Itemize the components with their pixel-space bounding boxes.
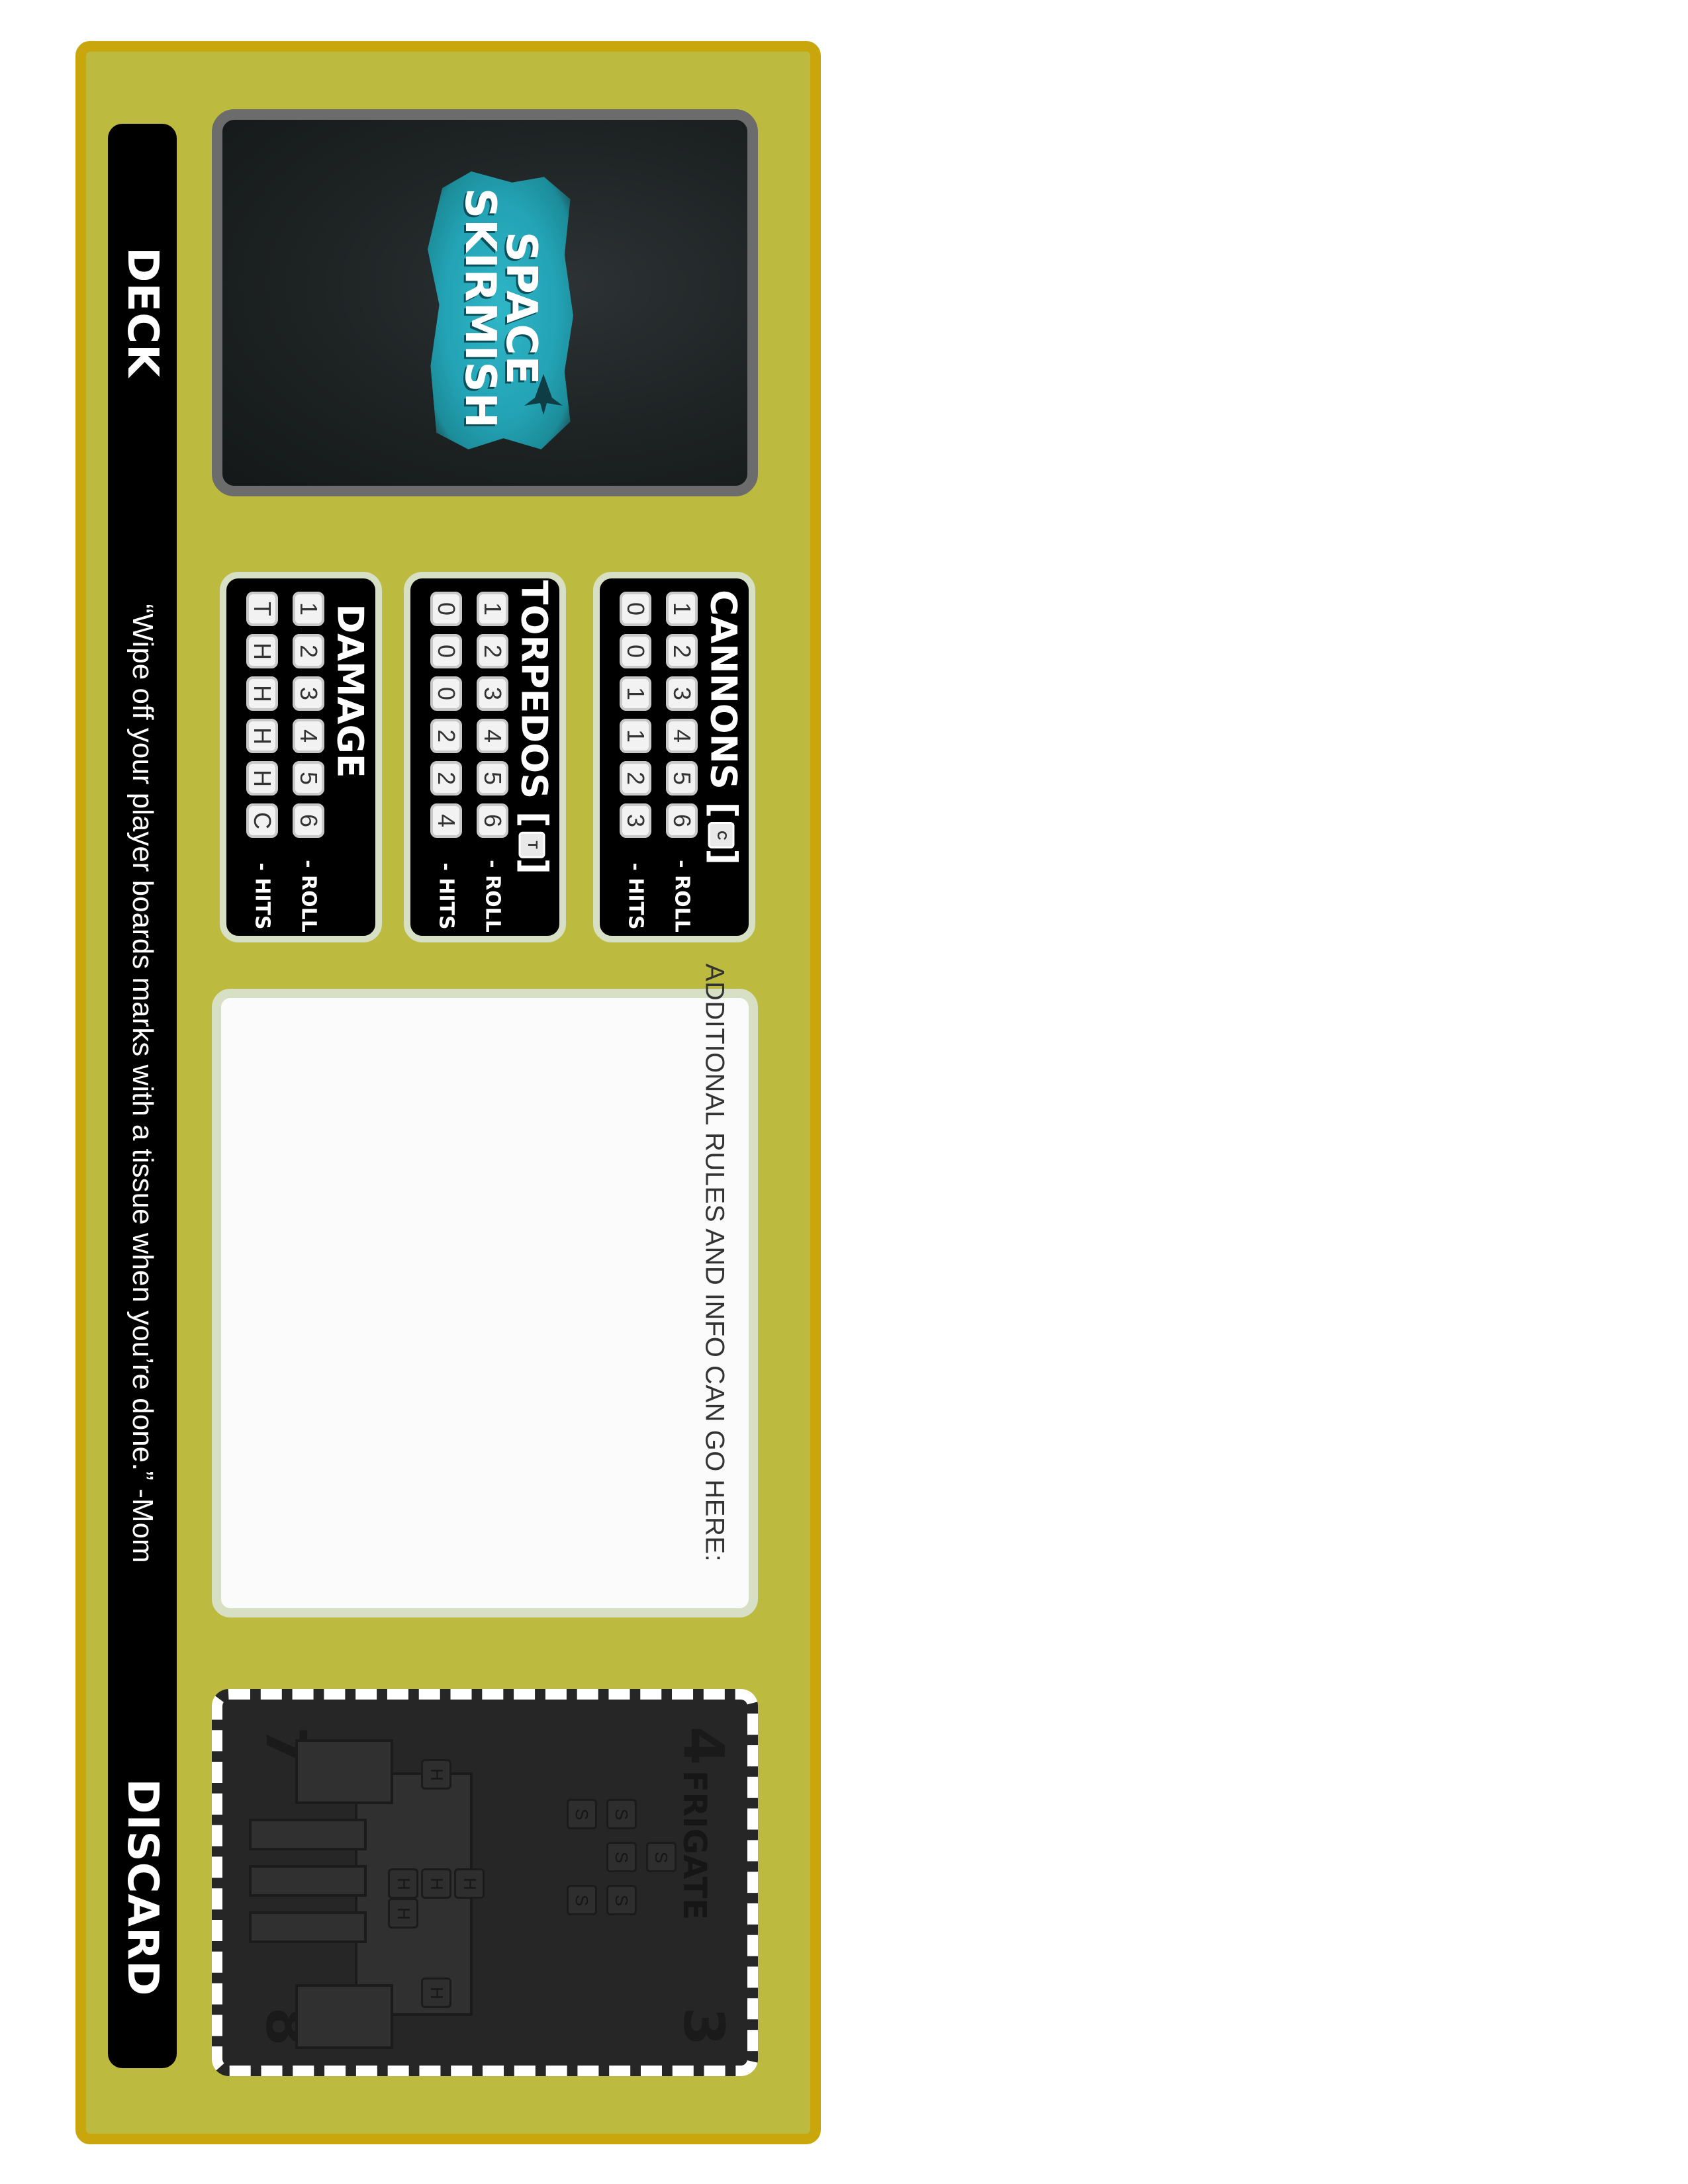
logo-line-skirmish: SKIRMISH [455, 188, 504, 429]
roll-box: 3 [293, 676, 324, 711]
deck-card[interactable]: SPACE SKIRMISH [212, 109, 758, 496]
hull-slot: H [388, 1898, 418, 1929]
hit-box: 3 [620, 803, 651, 838]
label-strip: DECK “Wipe off your player boards marks … [108, 124, 177, 2068]
cannons-hits-label: - HITS [624, 862, 647, 930]
torpedos-roll-label: - ROLL [481, 860, 504, 933]
hit-box: 2 [430, 719, 462, 753]
roll-box: 4 [666, 719, 698, 753]
corner-number-bottom-right: 3 [671, 2007, 736, 2046]
spaceship-icon [524, 374, 563, 415]
shield-slot: S [606, 1842, 637, 1872]
damage-hits-column: T H H H H C [246, 592, 278, 838]
hit-box: H [246, 634, 278, 668]
roll-box: 5 [666, 761, 698, 796]
cannons-hits-column: 0 0 1 1 2 3 [620, 592, 651, 838]
torpedos-title: TORPEDOS [T] [513, 580, 555, 875]
hit-box: 2 [620, 761, 651, 796]
roll-box: 1 [666, 592, 698, 626]
roll-box: 1 [477, 592, 508, 626]
roll-box: 5 [477, 761, 508, 796]
hit-box: 4 [430, 803, 462, 838]
damage-roll-label: - ROLL [297, 860, 320, 933]
damage-roll-column: 1 2 3 4 5 6 [293, 592, 324, 838]
hit-box: 1 [620, 676, 651, 711]
mom-quote: “Wipe off your player boards marks with … [126, 604, 159, 1563]
cannons-panel: CANNONS [C] 1 2 3 4 5 6 0 0 1 1 2 3 - RO… [593, 572, 755, 942]
roll-box: 6 [666, 803, 698, 838]
hit-box: 0 [430, 634, 462, 668]
damage-hits-label: - HITS [250, 862, 274, 930]
torpedos-hits-label: - HITS [434, 862, 458, 930]
ship-name: FRIGATE [676, 1770, 713, 1920]
hit-box: 0 [620, 634, 651, 668]
roll-box: 6 [293, 803, 324, 838]
info-text: ADDITIONAL RULES AND INFO CAN GO HERE: [700, 963, 729, 1563]
shield-slot: S [606, 1885, 637, 1915]
roll-box: 4 [477, 719, 508, 753]
shield-slot: S [606, 1799, 637, 1829]
roll-box: 4 [293, 719, 324, 753]
shield-slot: S [646, 1842, 677, 1872]
roll-box: 6 [477, 803, 508, 838]
roll-box: 2 [293, 634, 324, 668]
roll-box: 2 [666, 634, 698, 668]
hull-slot: H [454, 1868, 485, 1899]
hit-box: 0 [620, 592, 651, 626]
roll-box: 5 [293, 761, 324, 796]
damage-panel: DAMAGE 1 2 3 4 5 6 T H H H H C - ROLL - … [220, 572, 382, 942]
hit-box: T [246, 592, 278, 626]
shield-slot: S [567, 1885, 597, 1915]
cannon-symbol-icon: C [708, 822, 735, 849]
roll-box: 2 [477, 634, 508, 668]
discard-pile[interactable]: 4 7 3 8 FRIGATE S S S S S S H H H H H H [212, 1689, 758, 2076]
roll-box: 1 [293, 592, 324, 626]
torpedo-symbol-icon: T [518, 831, 545, 858]
deck-label: DECK [118, 247, 167, 378]
hull-slot: H [421, 1759, 451, 1790]
cannons-roll-column: 1 2 3 4 5 6 [666, 592, 698, 838]
hit-box: H [246, 719, 278, 753]
hit-box: H [246, 761, 278, 796]
shield-slot: S [567, 1799, 597, 1829]
hit-box: 1 [620, 719, 651, 753]
corner-number-top-right: 4 [671, 1726, 736, 1766]
torpedos-roll-column: 1 2 3 4 5 6 [477, 592, 508, 838]
info-box[interactable]: ADDITIONAL RULES AND INFO CAN GO HERE: [212, 964, 758, 1617]
cannons-title: CANNONS [C] [702, 590, 745, 865]
discard-label: DISCARD [118, 1778, 167, 1997]
torpedos-hits-column: 0 0 0 2 2 4 [430, 592, 462, 838]
roll-box: 3 [477, 676, 508, 711]
hit-box: 0 [430, 676, 462, 711]
hull-slot: H [421, 1868, 451, 1899]
hull-slot: H [421, 1978, 451, 2008]
hit-box: H [246, 676, 278, 711]
hull-slot: H [388, 1868, 418, 1899]
damage-title: DAMAGE [329, 604, 371, 778]
hit-box: C [246, 803, 278, 838]
hit-box: 0 [430, 592, 462, 626]
cannons-roll-label: - ROLL [670, 860, 694, 933]
torpedos-panel: TORPEDOS [T] 1 2 3 4 5 6 0 0 0 2 2 4 - R… [404, 572, 566, 942]
roll-box: 3 [666, 676, 698, 711]
hit-box: 2 [430, 761, 462, 796]
